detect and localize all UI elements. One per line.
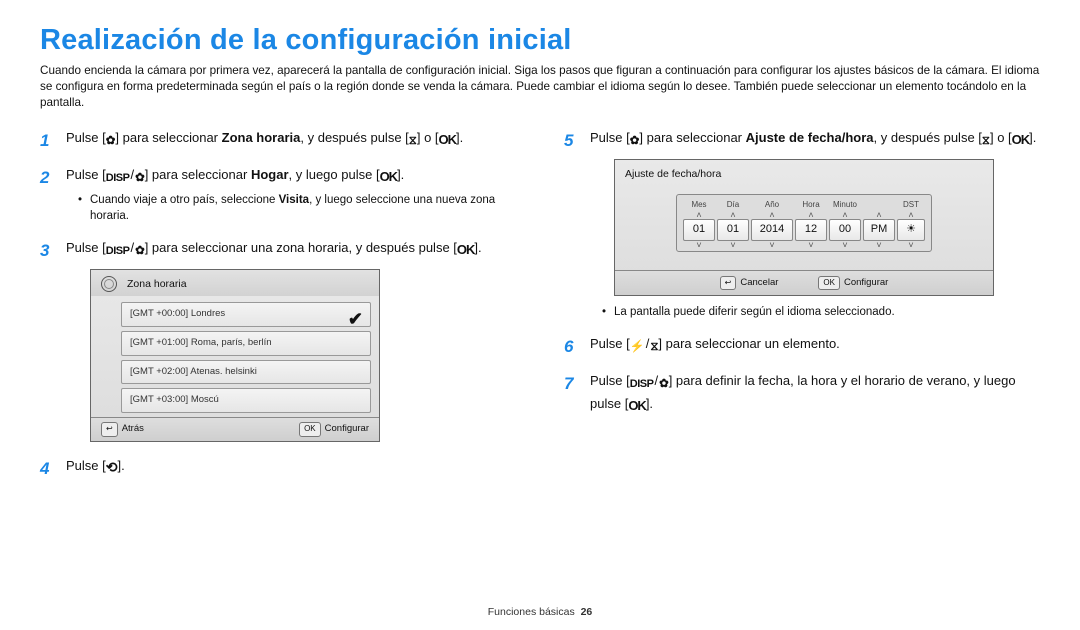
ok-icon: OK bbox=[1012, 130, 1030, 150]
timezone-row[interactable]: [GMT +01:00] Roma, parís, berlín bbox=[121, 331, 371, 356]
flower-icon bbox=[659, 376, 669, 394]
timezone-row[interactable]: [GMT +03:00] Moscú bbox=[121, 388, 371, 413]
step-5-note: La pantalla puede diferir según el idiom… bbox=[604, 304, 1040, 320]
datetime-spinners: Mes˄01˅ Día˄01˅ Año˄2014˅ Hora˄12˅ Minut… bbox=[676, 194, 932, 251]
flower-icon bbox=[630, 133, 640, 151]
step-4: Pulse []. bbox=[40, 456, 516, 479]
configure-button[interactable]: OKConfigurar bbox=[299, 422, 369, 437]
ok-icon: OK bbox=[628, 396, 646, 416]
intro-text: Cuando encienda la cámara por primera ve… bbox=[40, 63, 1040, 110]
timezone-title: Zona horaria bbox=[127, 276, 187, 292]
ampm-stepper[interactable]: ˄PM˅ bbox=[863, 199, 895, 248]
flower-icon bbox=[135, 170, 145, 188]
back-button[interactable]: ↩Atrás bbox=[101, 422, 144, 437]
timezone-row[interactable]: [GMT +00:00] Londres bbox=[121, 302, 371, 327]
disp-icon: DISP bbox=[106, 170, 130, 187]
datetime-title: Ajuste de fecha/hora bbox=[615, 160, 993, 188]
ok-icon: OK bbox=[439, 130, 457, 150]
timezone-row[interactable]: [GMT +02:00] Atenas. helsinki bbox=[121, 360, 371, 385]
cancel-button[interactable]: ↩Cancelar bbox=[720, 276, 779, 291]
timezone-panel: Zona horaria [GMT +00:00] Londres [GMT +… bbox=[90, 269, 380, 442]
day-stepper[interactable]: Día˄01˅ bbox=[717, 199, 749, 248]
globe-icon bbox=[101, 276, 117, 292]
step-2: Pulse [DISP/] para seleccionar Hogar, y … bbox=[40, 165, 516, 224]
page-footer: Funciones básicas 26 bbox=[0, 606, 1080, 618]
check-icon: ✔ bbox=[348, 306, 363, 334]
dst-stepper[interactable]: DST˄☀˅ bbox=[897, 199, 925, 248]
datetime-panel: Ajuste de fecha/hora Mes˄01˅ Día˄01˅ Año… bbox=[614, 159, 994, 296]
hour-stepper[interactable]: Hora˄12˅ bbox=[795, 199, 827, 248]
step-2-note: Cuando viaje a otro país, seleccione Vis… bbox=[80, 192, 516, 224]
ok-icon: OK bbox=[457, 240, 475, 260]
disp-icon: DISP bbox=[630, 376, 654, 393]
flower-icon bbox=[135, 243, 145, 261]
step-3: Pulse [DISP/] para seleccionar una zona … bbox=[40, 238, 516, 442]
timer-icon bbox=[982, 133, 990, 151]
ok-icon: OK bbox=[380, 167, 398, 187]
step-6: Pulse [/] para seleccionar un elemento. bbox=[564, 334, 1040, 357]
disp-icon: DISP bbox=[106, 243, 130, 260]
minute-stepper[interactable]: Minuto˄00˅ bbox=[829, 199, 861, 248]
page-title: Realización de la configuración inicial bbox=[40, 24, 1040, 57]
month-stepper[interactable]: Mes˄01˅ bbox=[683, 199, 715, 248]
year-stepper[interactable]: Año˄2014˅ bbox=[751, 199, 793, 248]
return-icon bbox=[106, 457, 118, 479]
step-1: Pulse [] para seleccionar Zona horaria, … bbox=[40, 128, 516, 151]
flower-icon bbox=[106, 133, 116, 151]
step-7: Pulse [DISP/] para definir la fecha, la … bbox=[564, 371, 1040, 416]
flash-icon bbox=[630, 337, 645, 357]
configure-button[interactable]: OKConfigurar bbox=[818, 276, 888, 291]
timer-icon bbox=[409, 133, 417, 151]
step-5: Pulse [] para seleccionar Ajuste de fech… bbox=[564, 128, 1040, 320]
